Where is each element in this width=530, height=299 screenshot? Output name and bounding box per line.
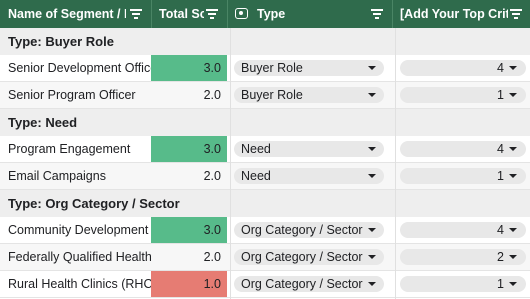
criteria-value: 1 xyxy=(497,277,504,291)
dropdown-arrow-icon xyxy=(509,147,517,151)
table-row[interactable]: Email Campaigns 2.0 Need 1 xyxy=(0,163,530,190)
type-dropdown[interactable]: Org Category / Sector xyxy=(234,276,384,292)
dropdown-arrow-icon xyxy=(509,174,517,178)
total-score-cell[interactable]: 3.0 xyxy=(151,55,227,81)
type-dropdown[interactable]: Org Category / Sector xyxy=(234,222,384,238)
dropdown-arrow-icon xyxy=(368,255,376,259)
type-value: Org Category / Sector xyxy=(241,277,363,291)
total-score-cell[interactable]: 2.0 xyxy=(151,163,227,189)
group-title: Type: Need xyxy=(8,115,78,130)
header-top-criteria[interactable]: [Add Your Top Criter xyxy=(400,0,508,28)
column-divider xyxy=(230,28,231,299)
header-name-label: Name of Segment / Ne xyxy=(8,7,126,21)
column-divider xyxy=(392,0,393,28)
segment-name-cell[interactable]: Community Development Corporations xyxy=(8,217,151,243)
group-header-row[interactable]: Type: Buyer Role xyxy=(0,28,530,55)
criteria-dropdown[interactable]: 4 xyxy=(400,222,526,238)
criteria-dropdown[interactable]: 1 xyxy=(400,276,526,292)
dropdown-arrow-icon xyxy=(368,66,376,70)
type-dropdown[interactable]: Buyer Role xyxy=(234,60,384,76)
dropdown-arrow-icon xyxy=(368,147,376,151)
segment-name-cell[interactable]: Senior Program Officer xyxy=(8,82,151,108)
criteria-value: 1 xyxy=(497,88,504,102)
dropdown-arrow-icon xyxy=(509,228,517,232)
column-divider xyxy=(395,28,396,299)
filter-icon[interactable] xyxy=(206,9,218,19)
filter-icon[interactable] xyxy=(510,9,522,19)
dropdown-arrow-icon xyxy=(509,255,517,259)
segment-name-cell[interactable]: Rural Health Clinics (RHC) xyxy=(8,271,151,297)
dropdown-arrow-icon xyxy=(368,93,376,97)
criteria-dropdown[interactable]: 4 xyxy=(400,141,526,157)
total-score-cell[interactable]: 3.0 xyxy=(151,217,227,243)
criteria-dropdown[interactable]: 1 xyxy=(400,87,526,103)
type-value: Need xyxy=(241,169,271,183)
criteria-value: 4 xyxy=(497,61,504,75)
dropdown-arrow-icon xyxy=(368,228,376,232)
group-header-row[interactable]: Type: Need xyxy=(0,109,530,136)
table-row[interactable]: Program Engagement 3.0 Need 4 xyxy=(0,136,530,163)
header-name-of-segment[interactable]: Name of Segment / Ne xyxy=(8,0,126,28)
table-header: Name of Segment / Ne Total Sc Type [Add … xyxy=(0,0,530,30)
type-value: Buyer Role xyxy=(241,88,303,102)
type-dropdown[interactable]: Need xyxy=(234,141,384,157)
header-criteria-label: [Add Your Top Criter xyxy=(400,7,508,21)
table-row[interactable]: Federally Qualified Health Centers 2.0 O… xyxy=(0,244,530,271)
table-row[interactable]: Senior Development Officer 3.0 Buyer Rol… xyxy=(0,55,530,82)
type-dropdown[interactable]: Buyer Role xyxy=(234,87,384,103)
table-row[interactable]: Rural Health Clinics (RHC) 1.0 Org Categ… xyxy=(0,271,530,298)
filter-icon[interactable] xyxy=(371,9,383,19)
dropdown-arrow-icon xyxy=(509,282,517,286)
dropdown-arrow-icon xyxy=(368,174,376,178)
segment-name-cell[interactable]: Federally Qualified Health Centers xyxy=(8,244,151,270)
type-value: Org Category / Sector xyxy=(241,223,363,237)
total-score-cell[interactable]: 1.0 xyxy=(151,271,227,297)
segment-name-cell[interactable]: Senior Development Officer xyxy=(8,55,151,81)
group-header-row[interactable]: Type: Org Category / Sector xyxy=(0,190,530,217)
sheet-table: Name of Segment / Ne Total Sc Type [Add … xyxy=(0,0,530,299)
total-score-cell[interactable]: 2.0 xyxy=(151,82,227,108)
criteria-dropdown[interactable]: 2 xyxy=(400,249,526,265)
column-divider xyxy=(227,0,228,28)
type-value: Buyer Role xyxy=(241,61,303,75)
header-type[interactable]: Type xyxy=(257,0,337,28)
group-title: Type: Buyer Role xyxy=(8,34,114,49)
criteria-value: 4 xyxy=(497,142,504,156)
column-divider xyxy=(151,0,152,28)
header-score-label: Total Sc xyxy=(159,7,204,21)
type-dropdown[interactable]: Need xyxy=(234,168,384,184)
total-score-cell[interactable]: 3.0 xyxy=(151,136,227,162)
table-row[interactable]: Community Development Corporations 3.0 O… xyxy=(0,217,530,244)
type-value: Org Category / Sector xyxy=(241,250,363,264)
table-row[interactable]: Senior Program Officer 2.0 Buyer Role 1 xyxy=(0,82,530,109)
dropdown-chip-icon xyxy=(235,8,248,19)
total-score-cell[interactable]: 2.0 xyxy=(151,244,227,270)
criteria-dropdown[interactable]: 4 xyxy=(400,60,526,76)
dropdown-arrow-icon xyxy=(509,93,517,97)
dropdown-arrow-icon xyxy=(509,66,517,70)
group-title: Type: Org Category / Sector xyxy=(8,196,180,211)
segment-name-cell[interactable]: Email Campaigns xyxy=(8,163,151,189)
type-dropdown[interactable]: Org Category / Sector xyxy=(234,249,384,265)
dropdown-arrow-icon xyxy=(368,282,376,286)
header-type-label: Type xyxy=(257,7,286,21)
criteria-value: 4 xyxy=(497,223,504,237)
type-value: Need xyxy=(241,142,271,156)
segment-name-cell[interactable]: Program Engagement xyxy=(8,136,151,162)
header-total-score[interactable]: Total Sc xyxy=(159,0,204,28)
criteria-dropdown[interactable]: 1 xyxy=(400,168,526,184)
filter-icon[interactable] xyxy=(130,9,142,19)
criteria-value: 2 xyxy=(497,250,504,264)
criteria-value: 1 xyxy=(497,169,504,183)
